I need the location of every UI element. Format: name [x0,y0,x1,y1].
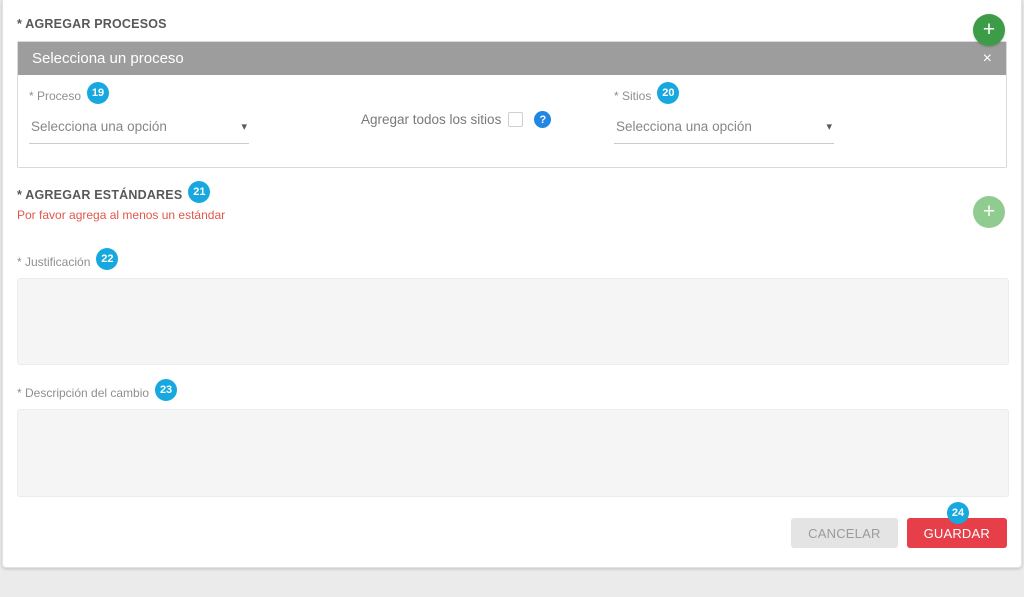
chevron-down-icon: ▾ [826,120,832,133]
proceso-panel-body: * Proceso 19 Selecciona una opción ▾ Agre… [18,75,1006,167]
estandares-section-title: * AGREGAR ESTÁNDARES [17,188,182,202]
add-proceso-button[interactable]: + [973,14,1005,46]
sitios-select-value: Selecciona una opción [616,119,826,134]
sitios-field: * Sitios 20 Selecciona una opción ▾ [614,85,834,144]
step-badge-24: 24 [947,502,969,524]
form-card: * AGREGAR PROCESOS + Selecciona un proce… [2,0,1022,568]
proceso-field: * Proceso 19 Selecciona una opción ▾ [29,85,249,144]
step-badge-20: 20 [657,82,679,104]
close-icon[interactable]: × [983,51,992,67]
descripcion-textarea[interactable] [17,409,1009,497]
justificacion-textarea[interactable] [17,278,1009,365]
cancel-button[interactable]: CANCELAR [791,518,897,548]
help-icon[interactable]: ? [534,111,551,128]
proceso-label: * Proceso [29,89,81,103]
chevron-down-icon: ▾ [241,120,247,133]
step-badge-23: 23 [155,379,177,401]
descripcion-label: * Descripción del cambio [17,386,149,400]
proceso-select[interactable]: Selecciona una opción ▾ [29,119,249,144]
step-badge-19: 19 [87,82,109,104]
sitios-label: * Sitios [614,89,651,103]
proceso-panel: Selecciona un proceso × * Proceso 19 Sele… [17,41,1007,168]
justificacion-header: * Justificación 22 [17,251,1007,268]
step-badge-21: 21 [188,181,210,203]
sitios-select[interactable]: Selecciona una opción ▾ [614,119,834,144]
plus-icon: + [983,18,995,41]
proceso-panel-header: Selecciona un proceso × [18,42,1006,75]
todos-sitios-label: Agregar todos los sitios [361,112,501,127]
todos-sitios-checkbox[interactable] [508,112,523,127]
descripcion-header: * Descripción del cambio 23 [17,382,1007,399]
procesos-section-header: * AGREGAR PROCESOS [17,0,1007,16]
actions-row: 24 CANCELAR GUARDAR [17,518,1007,548]
estandares-error-message: Por favor agrega al menos un estándar [17,208,1007,222]
proceso-select-value: Selecciona una opción [31,119,241,134]
procesos-section-title: * AGREGAR PROCESOS [17,17,167,31]
step-badge-22: 22 [96,248,118,270]
estandares-section-header: * AGREGAR ESTÁNDARES 21 [17,184,1007,201]
todos-sitios-field: Agregar todos los sitios ? [361,111,551,128]
proceso-panel-title: Selecciona un proceso [32,50,983,67]
justificacion-label: * Justificación [17,255,90,269]
add-estandar-button[interactable]: + [973,196,1005,228]
plus-icon: + [983,200,995,223]
